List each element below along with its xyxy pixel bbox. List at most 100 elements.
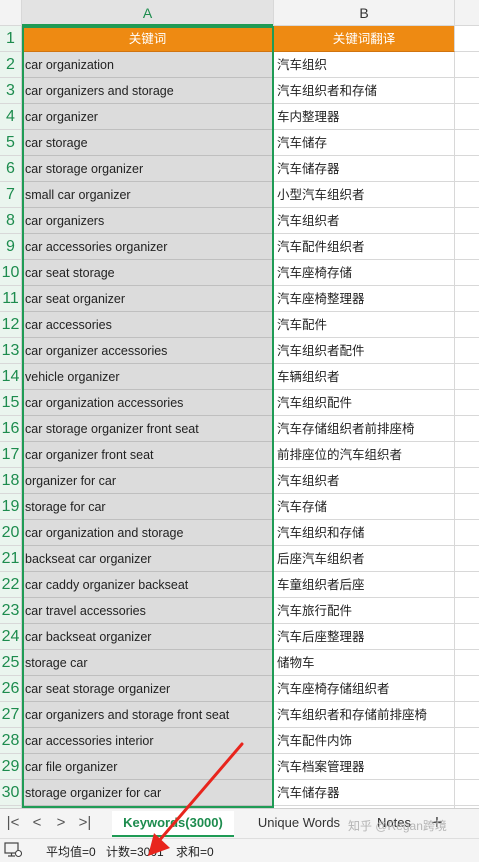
row-number[interactable]: 22 <box>0 572 22 598</box>
cell-translation[interactable]: 汽车存储组织者前排座椅 <box>274 416 455 442</box>
row-number[interactable]: 16 <box>0 416 22 442</box>
cell-empty[interactable] <box>455 468 479 494</box>
row-number[interactable]: 15 <box>0 390 22 416</box>
cell-empty[interactable] <box>455 520 479 546</box>
cell-translation[interactable]: 汽车配件 <box>274 312 455 338</box>
row-number[interactable]: 24 <box>0 624 22 650</box>
cell-keyword[interactable]: car organizers and storage <box>22 78 274 104</box>
cell-keyword[interactable]: car seat storage organizer <box>22 676 274 702</box>
cell-translation[interactable]: 汽车储存 <box>274 130 455 156</box>
cell-translation[interactable]: 汽车储存器 <box>274 156 455 182</box>
cell-translation[interactable]: 车辆组织者 <box>274 364 455 390</box>
cell-translation[interactable]: 车童组织者后座 <box>274 572 455 598</box>
row-number[interactable]: 30 <box>0 780 22 806</box>
cell-translation[interactable]: 汽车座椅存储组织者 <box>274 676 455 702</box>
cell-keyword[interactable]: car organizer <box>22 104 274 130</box>
cell-keyword[interactable]: car caddy organizer backseat <box>22 572 274 598</box>
tab-keywords[interactable]: Keywords(3000) <box>112 811 234 837</box>
cell-empty[interactable] <box>455 156 479 182</box>
row-number[interactable]: 28 <box>0 728 22 754</box>
cell-empty[interactable] <box>455 702 479 728</box>
cell-translation[interactable]: 汽车座椅存储 <box>274 260 455 286</box>
column-header-b[interactable]: B <box>274 0 455 26</box>
row-number[interactable]: 10 <box>0 260 22 286</box>
cell-translation[interactable]: 汽车储存器 <box>274 780 455 806</box>
row-number[interactable]: 9 <box>0 234 22 260</box>
row-number[interactable]: 13 <box>0 338 22 364</box>
cell-empty[interactable] <box>455 26 479 52</box>
row-number[interactable]: 11 <box>0 286 22 312</box>
cell-keyword[interactable]: car organizer accessories <box>22 338 274 364</box>
cell-keyword[interactable]: storage car <box>22 650 274 676</box>
cell-keyword[interactable]: car accessories interior <box>22 728 274 754</box>
cell-empty[interactable] <box>455 208 479 234</box>
cell-empty[interactable] <box>455 104 479 130</box>
row-number[interactable]: 17 <box>0 442 22 468</box>
cell-translation[interactable]: 小型汽车组织者 <box>274 182 455 208</box>
row-number[interactable]: 25 <box>0 650 22 676</box>
row-number[interactable]: 21 <box>0 546 22 572</box>
cell-keyword[interactable]: car organizers and storage front seat <box>22 702 274 728</box>
previous-sheet-button[interactable]: < <box>28 814 46 832</box>
cell-keyword[interactable]: car backseat organizer <box>22 624 274 650</box>
row-number[interactable]: 26 <box>0 676 22 702</box>
cell-translation[interactable]: 汽车旅行配件 <box>274 598 455 624</box>
cell-keyword[interactable]: storage organizer for car <box>22 780 274 806</box>
cell-empty[interactable] <box>455 312 479 338</box>
next-sheet-button[interactable]: > <box>52 814 70 832</box>
row-number[interactable]: 1 <box>0 26 22 52</box>
cell-translation[interactable]: 汽车组织配件 <box>274 390 455 416</box>
last-sheet-button[interactable]: >| <box>76 814 94 832</box>
cell-translation[interactable]: 前排座位的汽车组织者 <box>274 442 455 468</box>
cell-keyword[interactable]: car seat storage <box>22 260 274 286</box>
tab-unique-words[interactable]: Unique Words <box>244 811 354 835</box>
row-number[interactable]: 19 <box>0 494 22 520</box>
cell-translation[interactable]: 汽车座椅整理器 <box>274 286 455 312</box>
cell-keyword[interactable]: car organizer front seat <box>22 442 274 468</box>
cell-translation[interactable]: 汽车后座整理器 <box>274 624 455 650</box>
row-number[interactable]: 4 <box>0 104 22 130</box>
row-number[interactable]: 23 <box>0 598 22 624</box>
cell-keyword[interactable]: storage for car <box>22 494 274 520</box>
cell-empty[interactable] <box>455 390 479 416</box>
cell-translation[interactable]: 储物车 <box>274 650 455 676</box>
cell-keyword[interactable]: car storage <box>22 130 274 156</box>
row-number[interactable]: 3 <box>0 78 22 104</box>
cell-keyword[interactable]: car accessories <box>22 312 274 338</box>
cell-translation[interactable]: 汽车配件内饰 <box>274 728 455 754</box>
row-number[interactable]: 8 <box>0 208 22 234</box>
select-all-corner[interactable] <box>0 0 22 26</box>
cell-keyword[interactable]: car seat organizer <box>22 286 274 312</box>
cell-empty[interactable] <box>455 494 479 520</box>
cell-empty[interactable] <box>455 286 479 312</box>
cell-empty[interactable] <box>455 728 479 754</box>
cell-translation[interactable]: 汽车组织者和存储 <box>274 78 455 104</box>
cell-keyword[interactable]: car organization <box>22 52 274 78</box>
header-cell-keyword[interactable]: 关键词 <box>22 26 274 52</box>
cell-keyword[interactable]: car file organizer <box>22 754 274 780</box>
row-number[interactable]: 7 <box>0 182 22 208</box>
cell-translation[interactable]: 汽车组织者配件 <box>274 338 455 364</box>
row-number[interactable]: 14 <box>0 364 22 390</box>
cell-keyword[interactable]: car travel accessories <box>22 598 274 624</box>
row-number[interactable]: 6 <box>0 156 22 182</box>
first-sheet-button[interactable]: |< <box>4 814 22 832</box>
column-header-c[interactable] <box>455 0 479 26</box>
cell-empty[interactable] <box>455 260 479 286</box>
cell-keyword[interactable]: car organizers <box>22 208 274 234</box>
cell-keyword[interactable]: car accessories organizer <box>22 234 274 260</box>
cell-empty[interactable] <box>455 182 479 208</box>
cell-translation[interactable]: 汽车档案管理器 <box>274 754 455 780</box>
cell-empty[interactable] <box>455 338 479 364</box>
cell-empty[interactable] <box>455 598 479 624</box>
row-number[interactable]: 27 <box>0 702 22 728</box>
cell-empty[interactable] <box>455 754 479 780</box>
row-number[interactable]: 20 <box>0 520 22 546</box>
header-cell-translation[interactable]: 关键词翻译 <box>274 26 455 52</box>
row-number[interactable]: 12 <box>0 312 22 338</box>
cell-translation[interactable]: 汽车组织和存储 <box>274 520 455 546</box>
cell-empty[interactable] <box>455 780 479 806</box>
cell-keyword[interactable]: car storage organizer <box>22 156 274 182</box>
cell-translation[interactable]: 汽车组织 <box>274 52 455 78</box>
row-number[interactable]: 18 <box>0 468 22 494</box>
